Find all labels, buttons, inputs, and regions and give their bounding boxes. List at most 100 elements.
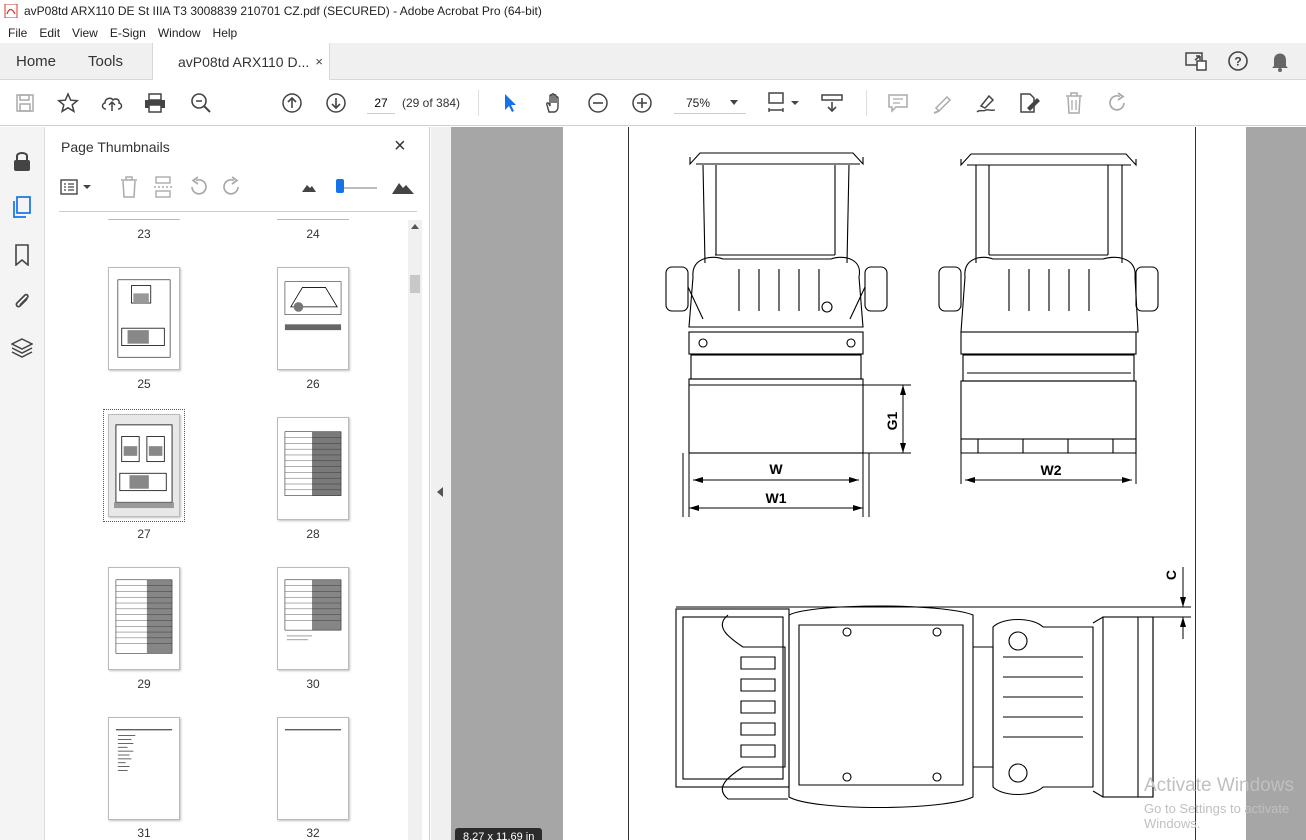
rotate-clockwise-icon[interactable] <box>220 175 244 199</box>
menu-edit[interactable]: Edit <box>33 26 66 40</box>
bookmarks-icon[interactable] <box>10 243 34 267</box>
highlight-pen-icon[interactable] <box>930 91 954 115</box>
dimension-label-w: W <box>769 461 783 477</box>
dimension-label-w2: W2 <box>1041 462 1062 478</box>
menu-help[interactable]: Help <box>207 26 244 40</box>
next-page-icon[interactable] <box>324 91 348 115</box>
tab-document-label: avP08td ARX110 D... <box>178 54 310 70</box>
svg-text:?: ? <box>1234 55 1241 69</box>
page-count-label: (29 of 384) <box>402 96 461 110</box>
panel-collapse-bar[interactable] <box>431 127 451 840</box>
zoom-in-icon[interactable] <box>630 91 654 115</box>
panel-close-button[interactable]: × <box>394 135 406 158</box>
page-number-input[interactable] <box>367 92 395 114</box>
page-thumbnail[interactable] <box>108 717 180 820</box>
thumbnail-page-number: 26 <box>306 377 320 391</box>
scroll-up-arrow-icon[interactable] <box>411 224 419 229</box>
document-view[interactable]: G1 W W1 W2 C 8.27 x 11.69 in Activate Wi… <box>451 127 1306 840</box>
page-thumbnails-icon[interactable] <box>10 195 34 219</box>
thumbnail-page-number: 24 <box>306 227 320 241</box>
page-thumbnail[interactable] <box>108 212 180 220</box>
redo-rotate-icon[interactable] <box>1106 91 1130 115</box>
menu-file[interactable]: File <box>2 26 33 40</box>
rotate-counterclockwise-icon[interactable] <box>186 175 210 199</box>
zoom-level-value: 75% <box>686 95 711 110</box>
thumbnail-drawing <box>284 729 342 731</box>
large-thumbnail-mountain-icon[interactable] <box>391 175 415 199</box>
page-thumbnail[interactable] <box>108 567 180 670</box>
zoom-level-select[interactable]: 75% <box>674 92 746 114</box>
save-icon[interactable] <box>13 91 37 115</box>
page-thumbnail[interactable] <box>277 567 349 670</box>
window-title: avP08td ARX110 DE St IIIA T3 3008839 210… <box>24 4 542 18</box>
upload-cloud-icon[interactable] <box>100 91 124 115</box>
left-navigation-rail <box>0 127 45 840</box>
tab-document[interactable]: avP08td ARX110 D... × <box>152 43 330 81</box>
tab-home[interactable]: Home <box>16 43 56 80</box>
menu-view[interactable]: View <box>66 26 104 40</box>
collapse-arrow-icon[interactable] <box>437 487 443 497</box>
thumbnail-page-number: 23 <box>137 227 151 241</box>
help-icon[interactable]: ? <box>1226 49 1250 73</box>
thumbnail-drawing <box>114 424 174 509</box>
delete-trash-icon[interactable] <box>1062 91 1086 115</box>
hand-pan-icon[interactable] <box>542 91 566 115</box>
sign-pen-icon[interactable] <box>974 91 998 115</box>
thumbnail-page-number: 27 <box>137 527 151 541</box>
attachments-paperclip-icon[interactable] <box>10 289 34 313</box>
thumbnail-drawing <box>117 279 171 358</box>
lock-icon[interactable] <box>10 149 34 173</box>
print-icon[interactable] <box>143 91 167 115</box>
small-thumbnail-mountain-icon[interactable] <box>297 175 321 199</box>
zoom-out-icon[interactable] <box>586 91 610 115</box>
page-thumbnails-panel: Page Thumbnails × 23 24 25 26 27 28 29 3… <box>45 127 430 840</box>
previous-page-icon[interactable] <box>280 91 304 115</box>
page-fit-icon[interactable] <box>765 91 801 115</box>
tab-tools[interactable]: Tools <box>88 43 123 80</box>
select-cursor-icon[interactable] <box>498 91 522 115</box>
technical-drawing: G1 W W1 W2 C <box>665 152 1191 809</box>
page-thumbnail[interactable] <box>277 267 349 370</box>
share-screen-icon[interactable] <box>1184 49 1208 73</box>
comment-icon[interactable] <box>886 91 910 115</box>
thumbnail-drawing <box>115 729 173 771</box>
page-thumbnail[interactable] <box>277 717 349 820</box>
tab-close-button[interactable]: × <box>315 54 323 69</box>
menu-bar: File Edit View E-Sign Window Help <box>0 22 1306 43</box>
scrollbar-thumb[interactable] <box>410 275 420 293</box>
thumbnail-page-number: 31 <box>137 826 151 840</box>
thumbnail-drawing <box>284 431 342 496</box>
thumbnail-scrollbar[interactable] <box>408 220 422 840</box>
zoom-search-icon[interactable] <box>189 91 213 115</box>
activate-windows-watermark: Activate Windows <box>1144 775 1294 796</box>
notifications-bell-icon[interactable] <box>1268 49 1292 73</box>
thumbnail-page-number: 29 <box>137 677 151 691</box>
panel-title: Page Thumbnails <box>61 139 170 155</box>
thumbnail-page-number: 28 <box>306 527 320 541</box>
page-size-indicator: 8.27 x 11.69 in <box>455 828 543 840</box>
bookmark-star-icon[interactable] <box>56 91 80 115</box>
thumbnail-page-number: 30 <box>306 677 320 691</box>
title-bar: avP08td ARX110 DE St IIIA T3 3008839 210… <box>0 0 1306 22</box>
thumbnail-drawing <box>284 579 342 641</box>
thumb-delete-icon[interactable] <box>117 175 141 199</box>
thumbnail-options-menu-icon[interactable] <box>59 175 93 199</box>
thumb-extract-icon[interactable] <box>151 175 175 199</box>
page-thumbnail[interactable] <box>277 417 349 520</box>
edit-pdf-icon[interactable] <box>1017 91 1041 115</box>
thumbnail-drawing <box>115 579 173 654</box>
menu-esign[interactable]: E-Sign <box>104 26 152 40</box>
dimension-label-g1: G1 <box>884 411 900 430</box>
chevron-down-icon <box>730 100 738 105</box>
scrolling-mode-icon[interactable] <box>820 91 844 115</box>
toolbar-divider <box>478 90 479 116</box>
slider-handle[interactable] <box>336 179 344 193</box>
menu-window[interactable]: Window <box>152 26 207 40</box>
thumbnail-drawing <box>284 281 342 331</box>
page-thumbnail[interactable] <box>108 267 180 370</box>
activate-windows-subtext: Go to Settings to activate Windows. <box>1144 801 1290 831</box>
page-thumbnail-selected[interactable] <box>103 409 185 522</box>
layers-icon[interactable] <box>10 336 34 360</box>
page-thumbnail[interactable] <box>277 212 349 220</box>
dimension-label-w1: W1 <box>766 490 787 506</box>
